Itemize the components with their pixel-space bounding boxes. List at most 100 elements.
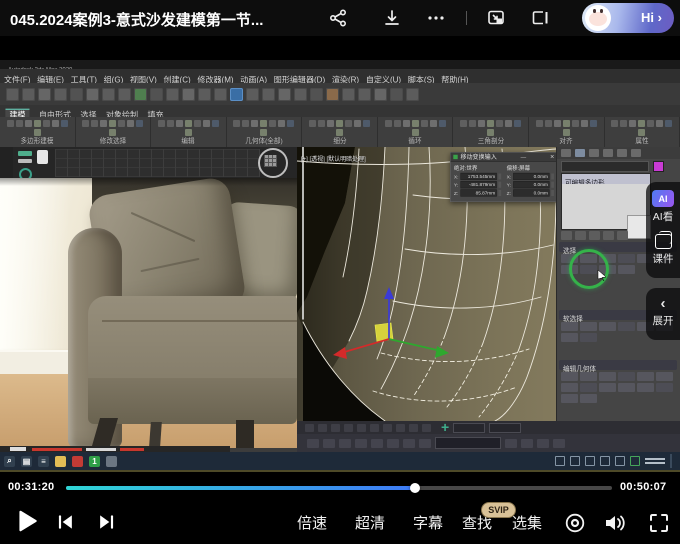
trackbar-grid	[55, 149, 260, 177]
taskbar-red-app-icon[interactable]	[72, 456, 83, 467]
windows-taskbar: ⌕ ▤ ≡ 1	[0, 452, 680, 470]
spinner[interactable]	[498, 173, 501, 179]
taskbar-app-icon[interactable]: ≡	[38, 456, 49, 467]
coordinate-field[interactable]: 0.0mm	[513, 189, 549, 196]
target-circle-icon[interactable]	[564, 512, 586, 539]
speed-button[interactable]: 倍速	[297, 512, 327, 533]
coordinate-field[interactable]: 85.87mm	[460, 189, 496, 196]
toolbar-icon	[198, 88, 211, 101]
icon-cell	[185, 120, 192, 127]
toolbar-icon	[406, 88, 419, 101]
progress-handle[interactable]	[410, 483, 420, 493]
icon-cell	[521, 439, 533, 448]
icon-cell	[412, 120, 419, 127]
icon-cell	[357, 424, 366, 432]
icon-cell	[212, 120, 219, 127]
taskbar-search-icon[interactable]: ⌕	[4, 456, 15, 467]
icon-cell	[403, 120, 410, 127]
ribbon-group: 属性	[605, 117, 680, 147]
more-icon[interactable]	[426, 8, 446, 28]
coordinate-field[interactable]: 0.0mm	[513, 181, 549, 188]
side-panel-group: AI AI看 课件	[646, 182, 680, 278]
expand-button[interactable]: ‹ 展开	[646, 288, 680, 340]
spinner[interactable]	[498, 190, 501, 196]
volume-icon[interactable]	[602, 511, 628, 540]
icon-cell	[419, 439, 431, 448]
icon-cell	[251, 120, 258, 127]
taskbar-task-icon[interactable]: ▤	[21, 456, 32, 467]
icon-cell	[318, 424, 327, 432]
icon-cell	[496, 120, 503, 127]
quality-button[interactable]: 超清	[355, 512, 385, 533]
icon-cell	[136, 120, 143, 127]
icon-cell	[269, 120, 276, 127]
play-button[interactable]	[14, 508, 40, 539]
video-content[interactable]: Autodesk 3ds Max 2020 文件(F)编辑(E)工具(T)组(G…	[0, 36, 680, 478]
icon-cell	[127, 120, 134, 127]
tray-clock	[645, 456, 665, 466]
ribbon-group-label: 修改选择	[100, 138, 126, 144]
icon-cell	[580, 333, 597, 342]
object-color-swatch	[653, 161, 664, 172]
spinner[interactable]	[551, 190, 554, 196]
dialog-titlebar[interactable]: 移动变换输入 — ✕	[451, 153, 558, 162]
previous-episode-button[interactable]	[56, 512, 76, 537]
ribbon-group-label: 编辑	[182, 138, 195, 144]
icon-cell	[176, 120, 183, 127]
progress-bar[interactable]	[66, 486, 612, 490]
icon-cell	[637, 372, 654, 381]
download-icon[interactable]	[382, 8, 402, 28]
icon-cell	[118, 120, 125, 127]
spinner[interactable]	[551, 182, 554, 188]
icon-cell	[561, 372, 578, 381]
courseware-button[interactable]: 课件	[653, 224, 674, 266]
share-icon[interactable]	[328, 8, 348, 28]
icon-cell	[514, 120, 521, 127]
toolbar-icon	[102, 88, 115, 101]
mini-window-icon[interactable]	[530, 8, 550, 28]
ai-watch-button[interactable]: AI AI看	[652, 182, 674, 224]
taskbar-camera-icon[interactable]	[106, 456, 117, 467]
toolbar-icon	[6, 88, 19, 101]
assistant-avatar-button[interactable]: Hi ›	[582, 3, 674, 33]
progress-fill	[66, 486, 415, 490]
close-icon[interactable]: ✕	[550, 154, 555, 160]
icon-cell	[561, 383, 578, 392]
spinner[interactable]	[551, 173, 554, 179]
ribbon-group-label: 三角剖分	[477, 138, 503, 144]
icon-cell	[611, 120, 618, 127]
screenshot-pip-icon[interactable]	[486, 8, 506, 28]
sofa-leg	[149, 422, 162, 446]
toolbar-icon	[150, 88, 163, 101]
taskbar-folder-icon[interactable]	[55, 456, 66, 467]
menu-item: 视图(V)	[130, 74, 157, 83]
icon-cell	[260, 120, 267, 127]
toolbar-icon	[278, 88, 291, 101]
icon-cell	[656, 372, 673, 381]
player-window: 045.2024案例3-意式沙发建模第一节...	[0, 0, 680, 544]
coordinate-field[interactable]: 1753.545mm	[460, 173, 496, 180]
menu-item: 修改器(M)	[197, 74, 233, 83]
icon-cell	[603, 231, 614, 240]
icon-cell	[363, 120, 370, 127]
coordinate-field[interactable]: -481.879mm	[460, 181, 496, 188]
spinner[interactable]	[498, 182, 501, 188]
icon-cell	[665, 120, 672, 127]
fullscreen-icon[interactable]	[648, 512, 670, 539]
icon-cell	[327, 120, 334, 127]
icon-cell	[656, 383, 673, 392]
icon-cell	[387, 439, 399, 448]
icon-cell	[242, 120, 249, 127]
coordinate-field[interactable]: 0.0mm	[513, 173, 549, 180]
toolbar-icon	[118, 88, 131, 101]
icon-cell	[554, 120, 561, 127]
ribbon-group-label: 细分	[333, 138, 346, 144]
minimize-icon[interactable]: —	[521, 154, 527, 160]
command-panel-tabs	[557, 147, 680, 159]
ribbon-group: 三角剖分	[453, 117, 529, 147]
taskbar-green-app-icon[interactable]: 1	[89, 456, 100, 467]
icon-cell	[620, 120, 627, 127]
episodes-button[interactable]: 选集	[512, 512, 542, 533]
subtitles-button[interactable]: 字幕	[413, 512, 443, 533]
next-episode-button[interactable]	[96, 512, 116, 537]
